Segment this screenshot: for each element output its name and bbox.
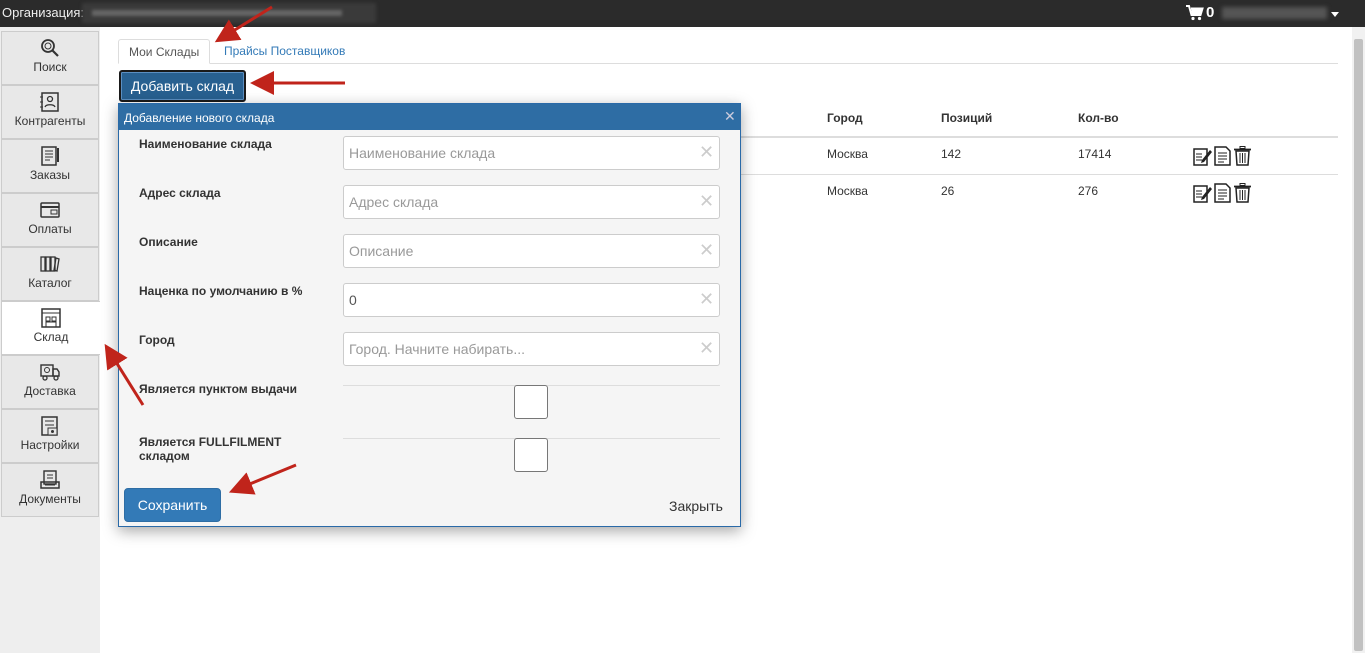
tab-supplier-prices[interactable]: Прайсы Поставщиков bbox=[214, 39, 355, 64]
pickup-point-checkbox[interactable] bbox=[514, 385, 548, 419]
dialog-title: Добавление нового склада bbox=[124, 111, 275, 125]
trash-icon[interactable] bbox=[1233, 183, 1252, 203]
chevron-down-icon[interactable] bbox=[1331, 12, 1339, 17]
column-header-city[interactable]: Город bbox=[827, 111, 863, 125]
sidebar-item-label: Настройки bbox=[20, 438, 80, 452]
column-header-qty[interactable]: Кол-во bbox=[1078, 111, 1119, 125]
row-actions bbox=[1193, 183, 1252, 203]
cart-count: 0 bbox=[1206, 4, 1215, 21]
city-input[interactable] bbox=[343, 332, 720, 366]
description-input[interactable] bbox=[343, 234, 720, 268]
sidebar-item-payments[interactable]: Оплаты bbox=[1, 193, 99, 247]
documents-icon bbox=[40, 470, 60, 489]
clear-icon[interactable]: ✕ bbox=[699, 142, 714, 163]
sidebar-item-orders[interactable]: Заказы bbox=[1, 139, 99, 193]
clear-icon[interactable]: ✕ bbox=[699, 240, 714, 261]
cell-city: Москва bbox=[827, 147, 868, 161]
description-label: Описание bbox=[139, 235, 198, 249]
sidebar-item-label: Оплаты bbox=[28, 222, 72, 236]
warehouse-address-input[interactable] bbox=[343, 185, 720, 219]
scrollbar-thumb[interactable] bbox=[1354, 39, 1363, 651]
cell-qty: 17414 bbox=[1078, 147, 1112, 161]
warehouse-name-input[interactable] bbox=[343, 136, 720, 170]
fulfillment-checkbox[interactable] bbox=[514, 438, 548, 472]
sidebar-item-label: Каталог bbox=[28, 276, 72, 290]
delivery-icon bbox=[40, 364, 60, 381]
warehouse-address-label: Адрес склада bbox=[139, 186, 221, 200]
markup-label: Наценка по умолчанию в % bbox=[139, 284, 303, 298]
page-scrollbar[interactable] bbox=[1352, 27, 1365, 653]
save-button[interactable]: Сохранить bbox=[124, 488, 221, 522]
row-divider bbox=[740, 174, 1338, 175]
cart-icon bbox=[1186, 4, 1204, 20]
sidebar-item-label: Контрагенты bbox=[14, 114, 86, 128]
sidebar-item-label: Документы bbox=[19, 492, 81, 506]
city-label: Город bbox=[139, 333, 175, 347]
cell-positions: 142 bbox=[941, 147, 962, 161]
warehouse-icon bbox=[41, 308, 61, 328]
add-warehouse-dialog: Добавление нового склада ✕ Наименование … bbox=[118, 103, 741, 527]
sidebar-item-label: Поиск bbox=[33, 60, 67, 74]
close-icon[interactable]: ✕ bbox=[724, 109, 736, 123]
table-header-divider bbox=[740, 136, 1338, 138]
clear-icon[interactable]: ✕ bbox=[699, 289, 714, 310]
document-icon[interactable] bbox=[1213, 146, 1232, 166]
sidebar: Поиск Контрагенты Заказы Оплаты Каталог … bbox=[0, 27, 100, 653]
user-menu[interactable] bbox=[1222, 7, 1327, 19]
edit-icon[interactable] bbox=[1193, 183, 1212, 203]
fulfillment-label-line1: Является FULLFILMENT bbox=[139, 435, 282, 449]
warehouse-name-label: Наименование склада bbox=[139, 137, 272, 151]
trash-icon[interactable] bbox=[1233, 146, 1252, 166]
sidebar-item-catalog[interactable]: Каталог bbox=[1, 247, 99, 301]
top-bar: Организация: 0 bbox=[0, 0, 1365, 27]
row-actions bbox=[1193, 146, 1252, 166]
cell-positions: 26 bbox=[941, 184, 955, 198]
organization-label: Организация: bbox=[2, 5, 85, 20]
fulfillment-label-line2: складом bbox=[139, 449, 190, 463]
sidebar-item-search[interactable]: Поиск bbox=[1, 31, 99, 85]
sidebar-item-label: Заказы bbox=[29, 168, 71, 182]
clear-icon[interactable]: ✕ bbox=[699, 191, 714, 212]
sidebar-item-settings[interactable]: Настройки bbox=[1, 409, 99, 463]
settings-icon bbox=[41, 416, 58, 436]
sidebar-item-contractors[interactable]: Контрагенты bbox=[1, 85, 99, 139]
cart-button[interactable]: 0 bbox=[1186, 4, 1214, 21]
sidebar-item-documents[interactable]: Документы bbox=[1, 463, 99, 517]
markup-input[interactable] bbox=[343, 283, 720, 317]
sidebar-item-label: Склад bbox=[33, 330, 69, 344]
dialog-header[interactable]: Добавление нового склада ✕ bbox=[119, 104, 740, 130]
pickup-point-label: Является пунктом выдачи bbox=[139, 382, 297, 396]
warehouse-tabs: Мои Склады Прайсы Поставщиков bbox=[118, 39, 1338, 64]
search-icon bbox=[41, 39, 59, 57]
edit-icon[interactable] bbox=[1193, 146, 1212, 166]
catalog-icon bbox=[40, 256, 60, 272]
sidebar-item-delivery[interactable]: Доставка bbox=[1, 355, 99, 409]
add-warehouse-button[interactable]: Добавить склад bbox=[119, 70, 246, 102]
orders-icon bbox=[41, 146, 59, 166]
tab-my-warehouses[interactable]: Мои Склады bbox=[118, 39, 211, 64]
column-header-positions[interactable]: Позиций bbox=[941, 111, 992, 125]
fulfillment-label: Является FULLFILMENT складом bbox=[139, 435, 281, 463]
cell-city: Москва bbox=[827, 184, 868, 198]
payments-icon bbox=[40, 202, 60, 218]
close-button[interactable]: Закрыть bbox=[669, 498, 723, 514]
sidebar-item-label: Доставка bbox=[24, 384, 76, 398]
sidebar-item-warehouse[interactable]: Склад bbox=[1, 301, 100, 355]
organization-select[interactable] bbox=[82, 3, 376, 23]
contacts-icon bbox=[40, 92, 59, 112]
document-icon[interactable] bbox=[1213, 183, 1232, 203]
cell-qty: 276 bbox=[1078, 184, 1099, 198]
clear-icon[interactable]: ✕ bbox=[699, 338, 714, 359]
